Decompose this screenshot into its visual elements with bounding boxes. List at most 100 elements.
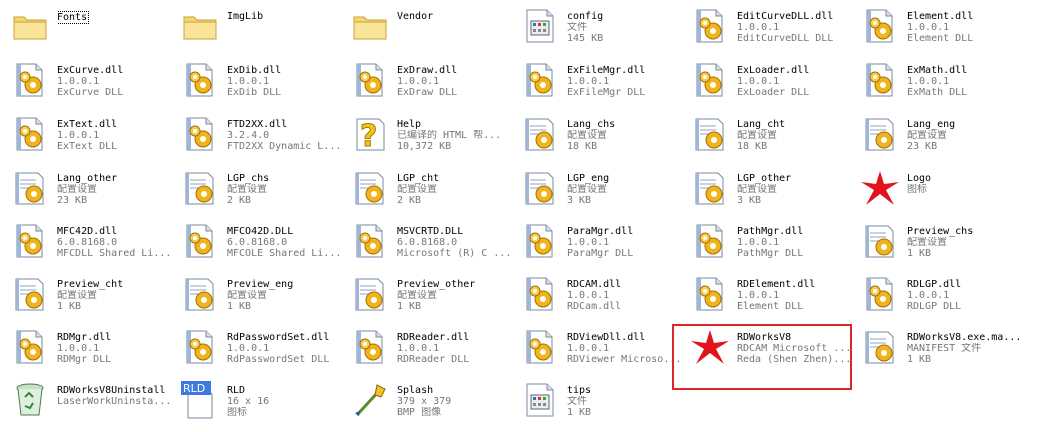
file-detail-line: Element DLL [737, 301, 804, 312]
ini-icon [8, 166, 52, 210]
file-item[interactable]: Preview_cht 配置设置 1 KB [8, 272, 178, 324]
file-item[interactable]: LGP_cht 配置设置 2 KB [348, 166, 518, 218]
file-item[interactable]: RDViewDll.dll 1.0.0.1 RDViewer Microso... [518, 325, 688, 377]
dll-icon [178, 325, 222, 369]
file-item[interactable]: Preview_other 配置设置 1 KB [348, 272, 518, 324]
file-item[interactable]: Element.dll 1.0.0.1 Element DLL [858, 4, 1028, 56]
file-item[interactable]: ExCurve.dll 1.0.0.1 ExCurve DLL [8, 58, 178, 110]
file-detail-line: MFCOLE Shared Li... [227, 248, 342, 259]
file-detail-line: 配置设置 [227, 290, 267, 301]
file-item[interactable]: ImgLib [178, 4, 348, 56]
help-icon: ? [348, 112, 392, 156]
file-item[interactable]: RDCAM.dll 1.0.0.1 RDCam.dll [518, 272, 688, 324]
dll-icon [348, 58, 392, 102]
file-details: LGP_other 配置设置 3 KB [737, 166, 857, 206]
file-name: RDCAM.dll [567, 279, 622, 290]
file-detail-line: 18 KB [567, 141, 598, 152]
file-item[interactable]: config 文件 145 KB [518, 4, 688, 56]
file-name: RDMgr.dll [57, 332, 112, 343]
file-item[interactable]: tips 文件 1 KB [518, 378, 688, 430]
file-item[interactable]: RDWorksV8.exe.ma... MANIFEST 文件 1 KB [858, 325, 1028, 377]
file-item[interactable]: FTD2XX.dll 3.2.4.0 FTD2XX Dynamic L... [178, 112, 348, 164]
file-item[interactable]: ExMath.dll 1.0.0.1 ExMath DLL [858, 58, 1028, 110]
file-item[interactable]: LGP_eng 配置设置 3 KB [518, 166, 688, 218]
file-item[interactable]: RdPasswordSet.dll 1.0.0.1 RdPasswordSet DL… [178, 325, 348, 377]
file-item[interactable]: MSVCRTD.DLL 6.0.8168.0 Microsoft (R) C ... [348, 219, 518, 271]
file-detail-line: ExMath DLL [907, 87, 968, 98]
file-item[interactable]: RDMgr.dll 1.0.0.1 RDMgr DLL [8, 325, 178, 377]
svg-text:RLD: RLD [183, 382, 205, 395]
file-detail-line: RDViewer Microso... [567, 354, 682, 365]
file-item[interactable]: MFC42D.dll 6.0.8168.0 MFCDLL Shared Li... [8, 219, 178, 271]
file-item[interactable]: Lang_cht 配置设置 18 KB [688, 112, 858, 164]
file-item[interactable]: Preview_chs 配置设置 1 KB [858, 219, 1028, 271]
file-item[interactable]: RLD RLD 16 x 16 图标 [178, 378, 348, 430]
dll-icon [178, 58, 222, 102]
file-details: ExMath.dll 1.0.0.1 ExMath DLL [907, 58, 1027, 98]
file-item[interactable]: ExText.dll 1.0.0.1 ExText DLL [8, 112, 178, 164]
file-name: Lang_chs [567, 119, 616, 130]
file-detail-line: RDCAM Microsoft ... [737, 343, 852, 354]
file-detail-line: LaserWorkUninsta... [57, 396, 172, 407]
file-detail-line: 配置设置 [567, 184, 607, 195]
file-details: Preview_cht 配置设置 1 KB [57, 272, 177, 312]
file-item[interactable]: RDWorksV8Uninstall LaserWorkUninsta... [8, 378, 178, 430]
file-details: LGP_chs 配置设置 2 KB [227, 166, 347, 206]
file-item[interactable]: LGP_other 配置设置 3 KB [688, 166, 858, 218]
file-name: ExLoader.dll [737, 65, 810, 76]
file-details: Vendor [397, 4, 517, 22]
file-item[interactable]: Preview_eng 配置设置 1 KB [178, 272, 348, 324]
file-item[interactable]: Splash 379 x 379 BMP 图像 [348, 378, 518, 430]
file-item[interactable]: LGP_chs 配置设置 2 KB [178, 166, 348, 218]
file-item[interactable]: MFCO42D.DLL 6.0.8168.0 MFCOLE Shared Li... [178, 219, 348, 271]
file-detail-line: 23 KB [907, 141, 938, 152]
file-item[interactable]: RDLGP.dll 1.0.0.1 RDLGP DLL [858, 272, 1028, 324]
file-detail-line: 1.0.0.1 [397, 343, 440, 354]
file-name: Element.dll [907, 11, 974, 22]
file-item[interactable]: ? Help 已编译的 HTML 帮... 10,372 KB [348, 112, 518, 164]
file-item[interactable]: Logo 图标 [858, 166, 1028, 218]
file-item[interactable]: Vendor [348, 4, 518, 56]
file-details: tips 文件 1 KB [567, 378, 687, 418]
file-details: ExDib.dll 1.0.0.1 ExDib DLL [227, 58, 347, 98]
file-detail-line: 1.0.0.1 [737, 22, 780, 33]
file-item[interactable]: PathMgr.dll 1.0.0.1 PathMgr DLL [688, 219, 858, 271]
file-details: RDReader.dll 1.0.0.1 RDReader DLL [397, 325, 517, 365]
file-item[interactable]: RDElement.dll 1.0.0.1 Element DLL [688, 272, 858, 324]
file-detail-line: EditCurveDLL DLL [737, 33, 834, 44]
file-name: RDWorksV8.exe.ma... [907, 332, 1022, 343]
ini-icon [858, 325, 902, 369]
file-detail-line: 1.0.0.1 [737, 76, 780, 87]
file-item[interactable]: ParaMgr.dll 1.0.0.1 ParaMgr DLL [518, 219, 688, 271]
file-details: LGP_eng 配置设置 3 KB [567, 166, 687, 206]
file-detail-line: 配置设置 [907, 237, 947, 248]
file-item[interactable]: ExLoader.dll 1.0.0.1 ExLoader DLL [688, 58, 858, 110]
file-details: Preview_chs 配置设置 1 KB [907, 219, 1027, 259]
file-item[interactable]: Lang_chs 配置设置 18 KB [518, 112, 688, 164]
file-item[interactable]: EditCurveDLL.dll 1.0.0.1 EditCurveDLL DLL [688, 4, 858, 56]
file-detail-line: 1.0.0.1 [397, 76, 440, 87]
file-item[interactable]: ExFileMgr.dll 1.0.0.1 ExFileMgr DLL [518, 58, 688, 110]
file-name: RdPasswordSet.dll [227, 332, 330, 343]
file-item[interactable]: ExDraw.dll 1.0.0.1 ExDraw DLL [348, 58, 518, 110]
dll-icon [518, 219, 562, 263]
file-name: Splash [397, 385, 434, 396]
file-detail-line: 1.0.0.1 [57, 343, 100, 354]
file-name: ExMath.dll [907, 65, 968, 76]
file-detail-line: 6.0.8168.0 [227, 237, 288, 248]
file-item[interactable]: Fonts [8, 4, 178, 56]
file-details: Fonts [57, 4, 177, 27]
file-detail-line: 配置设置 [567, 130, 607, 141]
file-details: RDLGP.dll 1.0.0.1 RDLGP DLL [907, 272, 1027, 312]
file-name: Preview_chs [907, 226, 974, 237]
file-item[interactable]: RDWorksV8 RDCAM Microsoft ... Reda (Shen Z… [688, 325, 858, 377]
file-item[interactable]: Lang_other 配置设置 23 KB [8, 166, 178, 218]
file-details: EditCurveDLL.dll 1.0.0.1 EditCurveDLL DLL [737, 4, 857, 44]
file-item[interactable]: Lang_eng 配置设置 23 KB [858, 112, 1028, 164]
file-details: Help 已编译的 HTML 帮... 10,372 KB [397, 112, 517, 152]
file-name: ExText.dll [57, 119, 118, 130]
file-detail-line: ParaMgr DLL [567, 248, 634, 259]
file-item[interactable]: ExDib.dll 1.0.0.1 ExDib DLL [178, 58, 348, 110]
file-item[interactable]: RDReader.dll 1.0.0.1 RDReader DLL [348, 325, 518, 377]
file-detail-line: BMP 图像 [397, 407, 442, 418]
